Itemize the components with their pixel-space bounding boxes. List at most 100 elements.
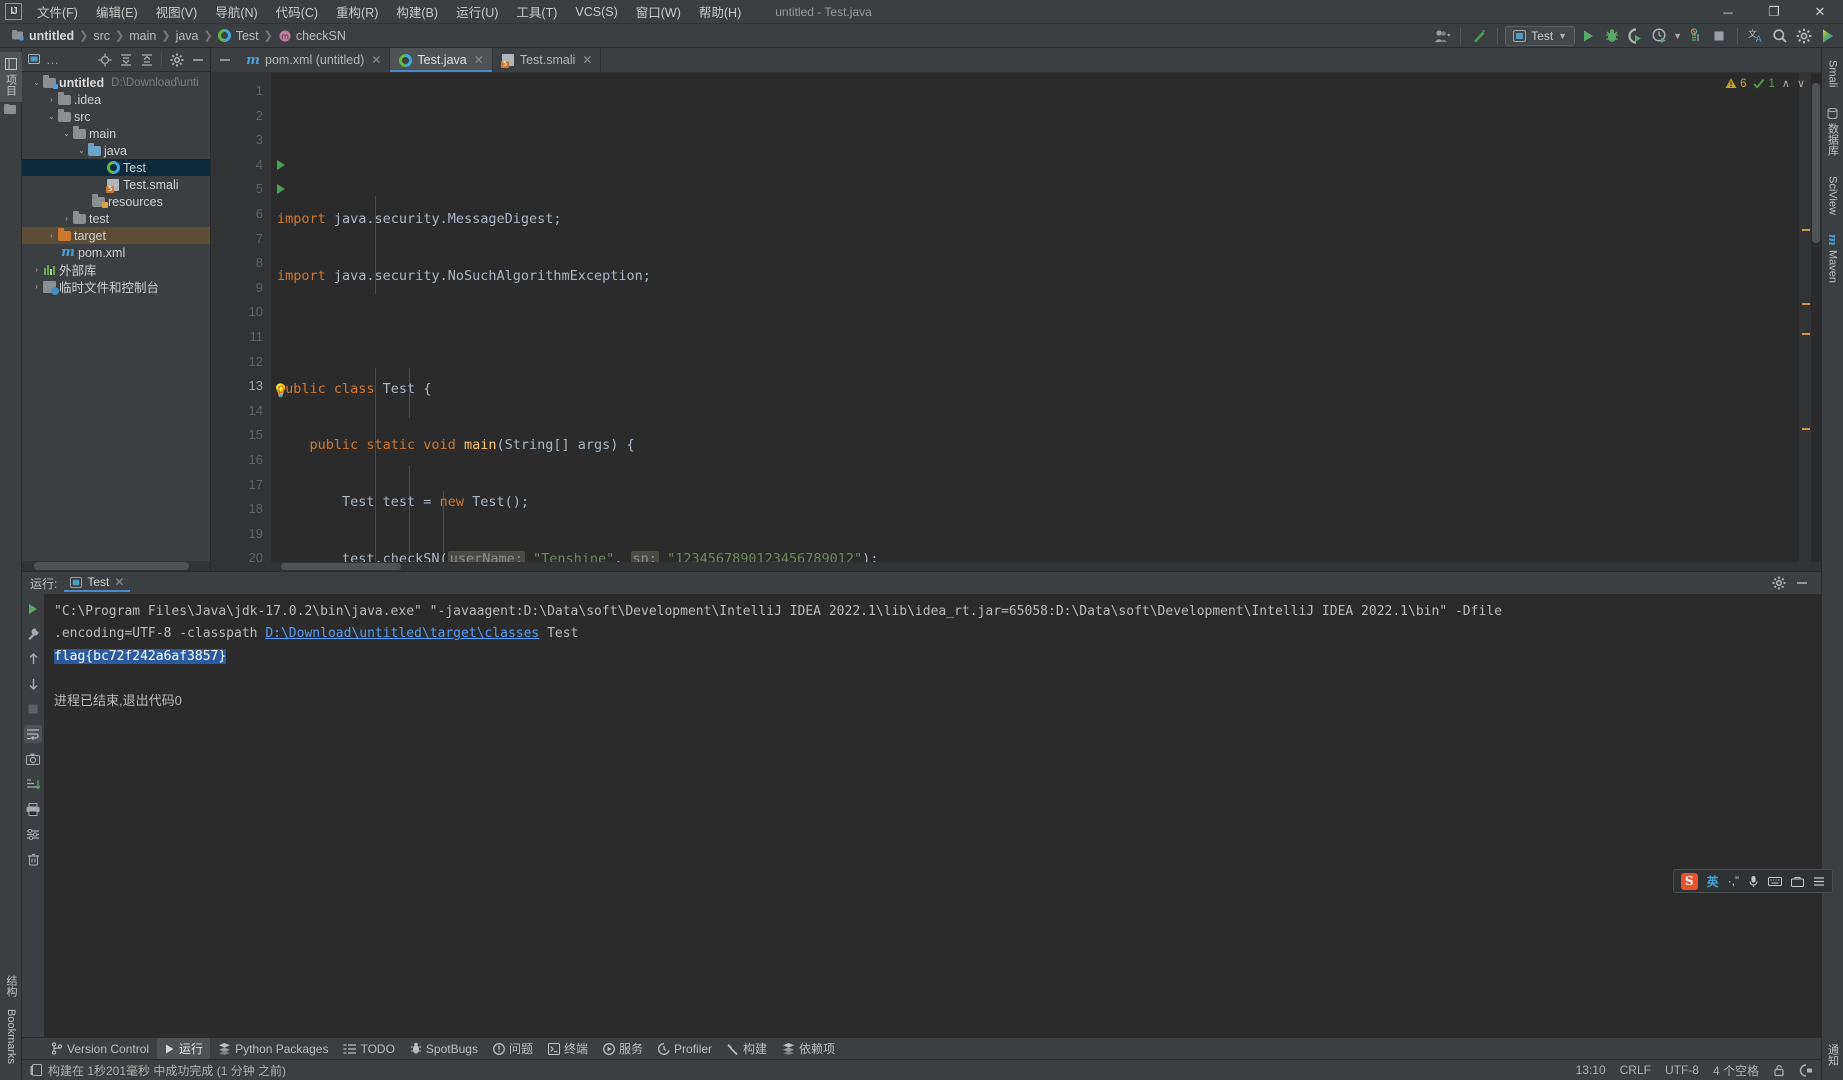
tree-node-pom-xml[interactable]: m pom.xml	[22, 244, 210, 261]
tw-spotbugs[interactable]: SpotBugs	[403, 1040, 485, 1058]
keyboard-icon[interactable]	[1768, 876, 1782, 887]
hide-icon[interactable]	[188, 50, 207, 69]
prev-problem-icon[interactable]: ∧	[1782, 77, 1790, 90]
read-only-lock-icon[interactable]	[1773, 1064, 1785, 1077]
caret-position[interactable]: 13:10	[1576, 1063, 1606, 1077]
chevron-down-icon[interactable]: ⌄	[46, 112, 57, 121]
editor-horizontal-scrollbar[interactable]	[211, 562, 1821, 571]
tree-node-test-class[interactable]: Test	[22, 159, 210, 176]
tw-dependencies[interactable]: 依赖项	[775, 1038, 842, 1059]
editor-vertical-scrollbar[interactable]	[1811, 73, 1821, 562]
tree-node-test-folder[interactable]: › test	[22, 210, 210, 227]
chevron-right-icon[interactable]: ›	[46, 95, 57, 104]
camera-icon[interactable]	[24, 750, 42, 768]
sidebar-item-database[interactable]: 数据库	[1822, 102, 1843, 162]
profiler-icon[interactable]	[1649, 25, 1671, 47]
warning-mark[interactable]	[1802, 333, 1810, 335]
breadcrumb-main[interactable]: main	[126, 28, 159, 44]
warning-mark[interactable]	[1802, 428, 1810, 430]
breadcrumb-src[interactable]: src	[90, 28, 113, 44]
run-coverage-icon[interactable]	[1625, 25, 1647, 47]
project-tree[interactable]: ⌄ untitled D:\Download\unti › .idea ⌄ sr…	[22, 72, 210, 561]
menu-edit[interactable]: 编辑(E)	[88, 0, 146, 24]
settings-gear-icon[interactable]	[167, 50, 186, 69]
file-encoding[interactable]: UTF-8	[1665, 1063, 1699, 1077]
run-configuration-selector[interactable]: Test ▼	[1505, 26, 1576, 46]
chevron-down-icon[interactable]: ⌄	[31, 78, 42, 87]
close-button[interactable]: ✕	[1797, 0, 1843, 24]
scrollbar-thumb[interactable]	[1812, 83, 1820, 243]
chevron-right-icon[interactable]: ›	[46, 231, 57, 240]
chevron-down-icon[interactable]: ⌄	[61, 129, 72, 138]
menu-refactor[interactable]: 重构(R)	[328, 0, 386, 24]
sidebar-item-structure[interactable]: 结构	[0, 969, 22, 1003]
close-icon[interactable]: ✕	[582, 53, 592, 67]
project-horizontal-scrollbar[interactable]	[22, 561, 210, 571]
tree-node-src[interactable]: ⌄ src	[22, 108, 210, 125]
rerun-icon[interactable]	[24, 600, 42, 618]
chevron-down-icon[interactable]: ⌄	[76, 146, 87, 155]
breadcrumb-test-class[interactable]: Test	[215, 28, 262, 44]
warning-mark[interactable]	[1802, 303, 1810, 305]
tw-run[interactable]: 运行	[157, 1038, 211, 1060]
stop-icon[interactable]	[1708, 25, 1730, 47]
tw-version-control[interactable]: Version Control	[44, 1040, 156, 1058]
tw-services[interactable]: 服务	[596, 1038, 650, 1059]
sort-icon[interactable]	[24, 775, 42, 793]
menu-tools[interactable]: 工具(T)	[508, 0, 565, 24]
breadcrumb-java[interactable]: java	[173, 28, 202, 44]
sidebar-item-commit[interactable]	[1, 102, 20, 121]
settings-gear-icon[interactable]	[1793, 25, 1815, 47]
attach-profiler-icon[interactable]	[1684, 25, 1706, 47]
tree-node-resources[interactable]: resources	[22, 193, 210, 210]
sogou-ime-logo[interactable]: S	[1680, 872, 1698, 890]
chevron-right-icon[interactable]: ›	[61, 214, 72, 223]
close-icon[interactable]: ✕	[474, 53, 484, 67]
menu-code[interactable]: 代码(C)	[268, 0, 326, 24]
tw-problems[interactable]: 问题	[486, 1038, 540, 1059]
run-icon[interactable]	[1577, 25, 1599, 47]
chevron-right-icon[interactable]: ›	[31, 282, 42, 291]
scrollbar-thumb[interactable]	[34, 562, 189, 570]
translate-icon[interactable]: 文A	[1745, 25, 1767, 47]
sidebar-item-maven[interactable]: m Maven	[1823, 228, 1842, 289]
tw-python-packages[interactable]: Python Packages	[211, 1040, 335, 1058]
stop-icon[interactable]	[24, 700, 42, 718]
wrench-icon[interactable]	[24, 625, 42, 643]
ime-toolbar[interactable]: S 英 ·,”	[1672, 869, 1833, 893]
menu-build[interactable]: 构建(B)	[388, 0, 446, 24]
chevron-right-icon[interactable]: ›	[31, 265, 42, 274]
settings-icon[interactable]	[24, 825, 42, 843]
tree-node-target[interactable]: › target	[22, 227, 210, 244]
ime-punctuation-icon[interactable]: ·,”	[1728, 874, 1739, 888]
tw-build[interactable]: 构建	[720, 1038, 774, 1059]
menu-window[interactable]: 窗口(W)	[628, 0, 689, 24]
expand-all-icon[interactable]	[116, 50, 135, 69]
tw-todo[interactable]: TODO	[336, 1040, 401, 1058]
editor-body[interactable]: 6 1 ∧ ∨ 1 2 3 4 5 6 7 8 9 10 11 12 13 💡 …	[211, 73, 1821, 562]
scrollbar-thumb[interactable]	[281, 563, 401, 570]
editor-hide-icon[interactable]	[215, 51, 234, 70]
project-view-selector[interactable]	[25, 50, 44, 69]
tree-node-scratches-consoles[interactable]: › 临时文件和控制台	[22, 278, 210, 295]
tw-profiler[interactable]: Profiler	[651, 1040, 719, 1058]
editor-tab-test-java[interactable]: Test.java ✕	[390, 48, 493, 72]
menu-run[interactable]: 运行(U)	[448, 0, 506, 24]
tree-node-external-libraries[interactable]: › 外部库	[22, 261, 210, 278]
scroll-up-icon[interactable]	[24, 650, 42, 668]
error-stripe-gutter[interactable]	[1799, 73, 1811, 562]
warning-mark[interactable]	[1802, 229, 1810, 231]
close-icon[interactable]: ✕	[114, 575, 124, 589]
tree-node-java[interactable]: ⌄ java	[22, 142, 210, 159]
ime-mode-label[interactable]: 英	[1707, 873, 1719, 890]
search-everywhere-icon[interactable]	[1769, 25, 1791, 47]
user-avatar-icon[interactable]	[1431, 25, 1453, 47]
code-text-area[interactable]: import java.security.MessageDigest; impo…	[271, 73, 1799, 562]
breadcrumb-untitled[interactable]: untitled	[8, 28, 77, 44]
menu-vcs[interactable]: VCS(S)	[567, 2, 625, 22]
close-icon[interactable]: ✕	[371, 53, 381, 67]
tree-node-untitled[interactable]: ⌄ untitled D:\Download\unti	[22, 74, 210, 91]
microphone-icon[interactable]	[1748, 875, 1759, 888]
chevron-down-icon[interactable]: ▼	[1673, 31, 1682, 41]
menu-file[interactable]: 文件(F)	[29, 0, 86, 24]
